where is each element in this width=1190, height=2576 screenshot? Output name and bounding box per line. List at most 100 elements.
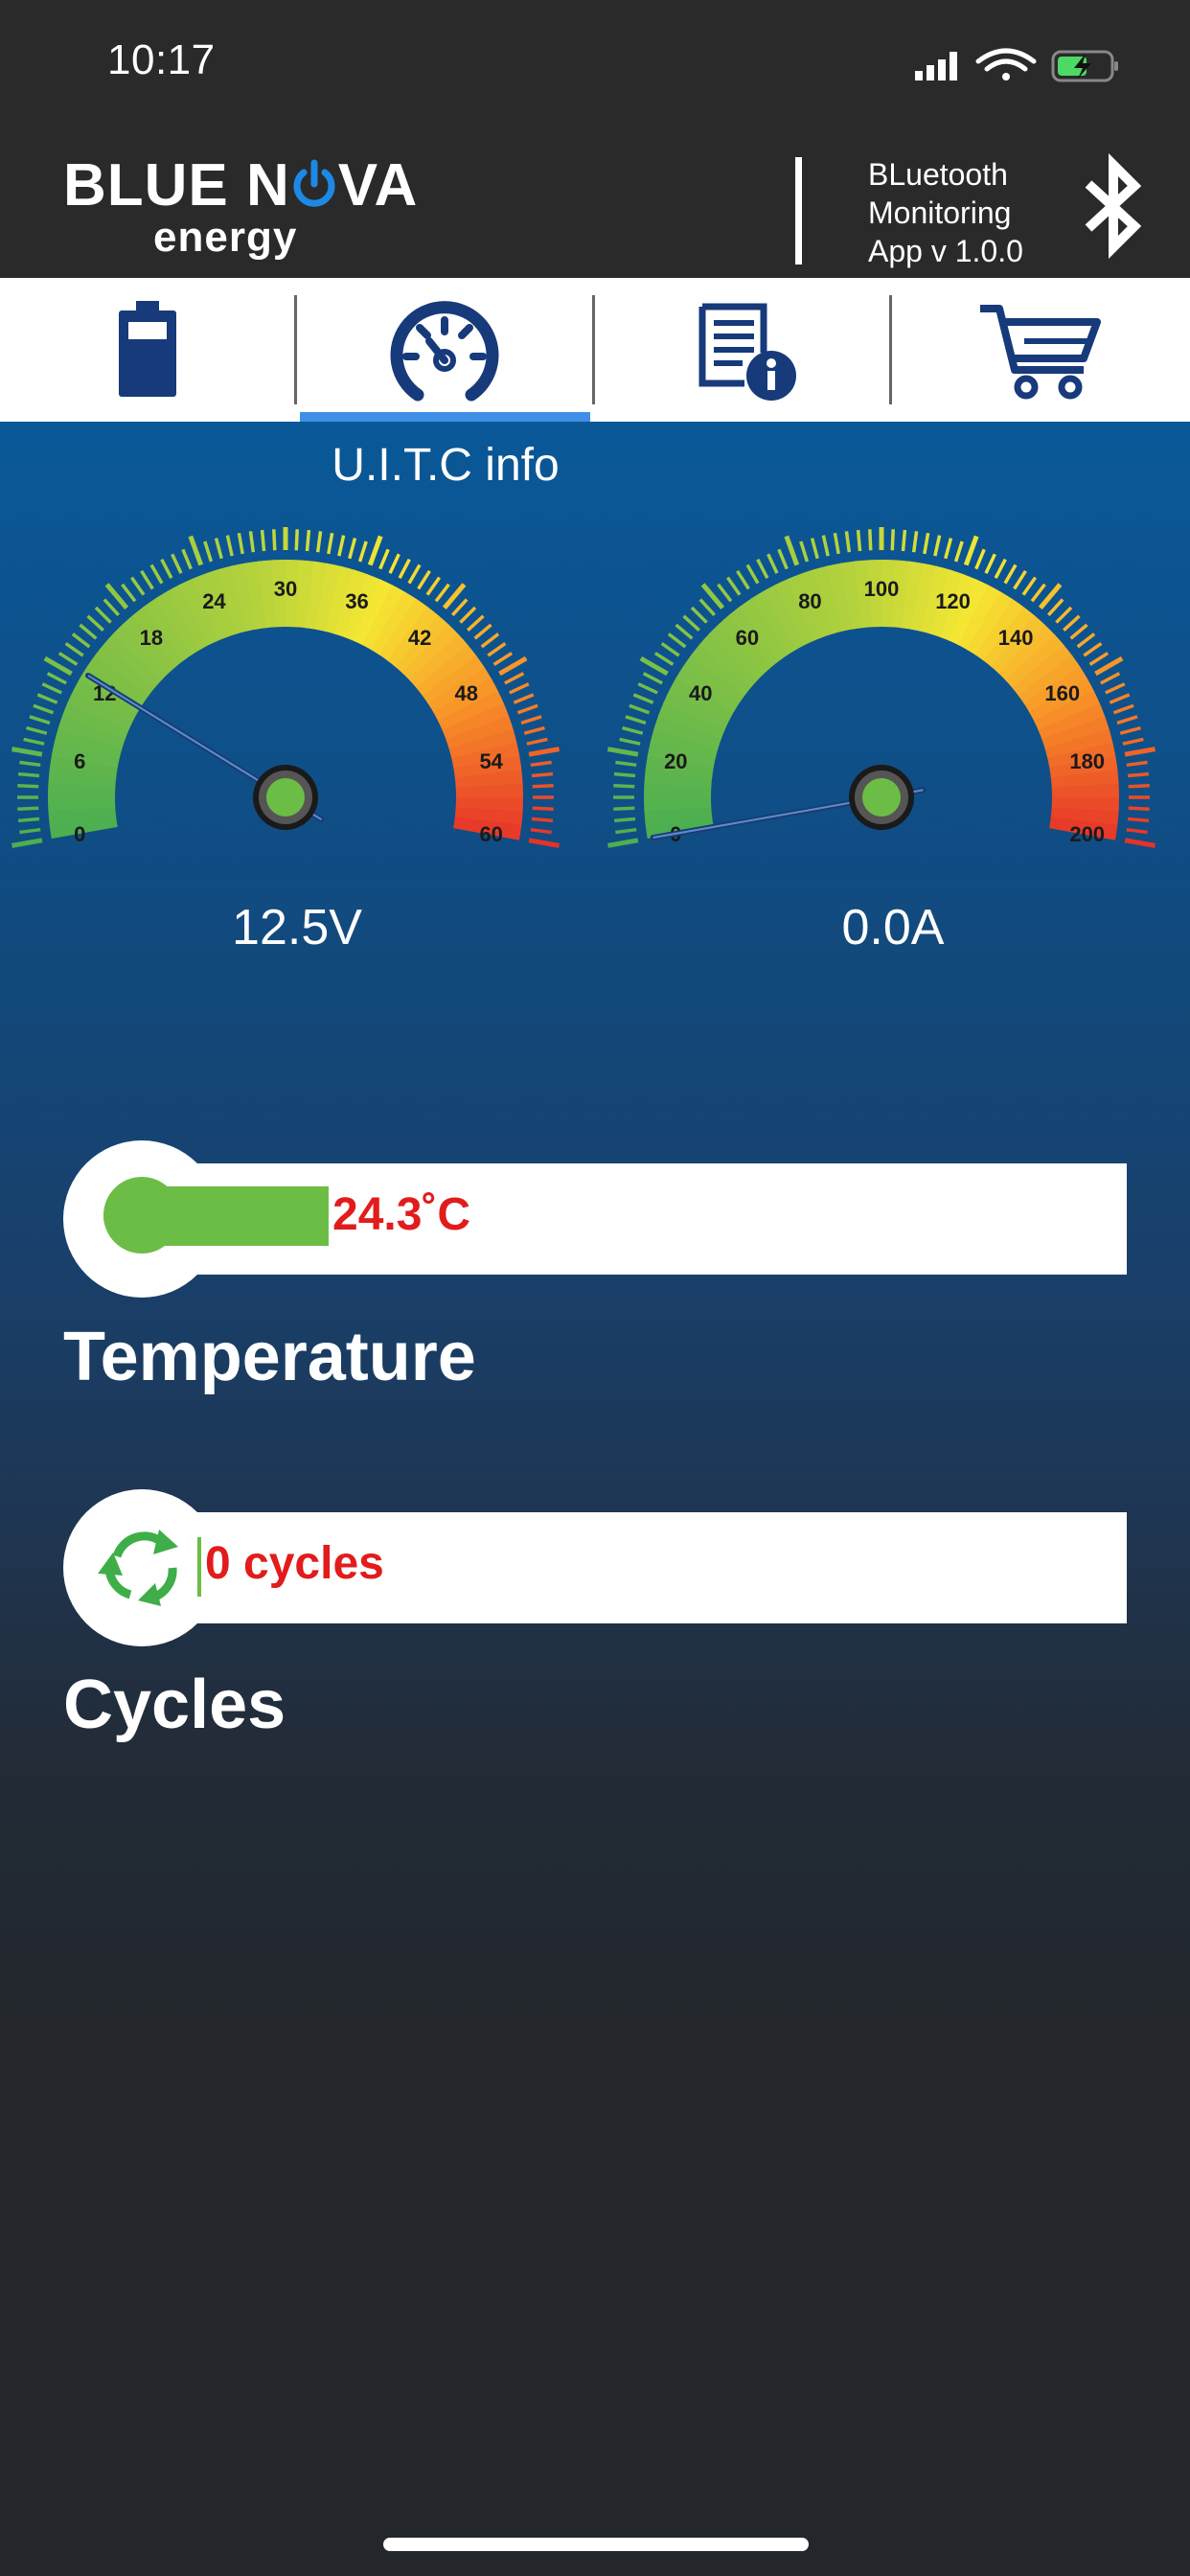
status-bar: 10:17 [0,0,1190,134]
gauge-icon [390,301,499,402]
voltage-tick [260,529,266,552]
current-tick [984,553,996,574]
voltage-tick [64,641,84,657]
wifi-icon [975,48,1037,80]
voltage-tick [86,614,104,632]
voltage-tick [171,553,183,574]
voltage-tick [103,598,120,616]
voltage-tick [17,784,39,789]
main-content: U.I.T.C info 0 6 12 18 24 30 36 42 48 54 60 12.5V … [0,422,1190,2576]
voltage-tick-label: 60 [479,822,502,846]
voltage-tick [11,747,43,757]
current-tick [1047,598,1064,616]
current-tick [1003,564,1018,585]
current-tick [1128,806,1150,811]
tab-document-info[interactable] [595,278,890,422]
current-tick [777,548,789,570]
current-tick [615,827,637,835]
active-tab-indicator [300,412,590,422]
current-tick [667,632,687,649]
voltage-tick [504,672,525,685]
cycles-value: 0 cycles [205,1538,384,1589]
voltage-tick [487,641,507,657]
current-tick [653,652,675,666]
cycles-meter: 0 cycles [63,1489,1127,1646]
voltage-tick [528,747,561,757]
power-icon [293,159,335,207]
voltage-tick [315,531,323,553]
voltage-hub [266,778,305,816]
current-tick [1094,656,1124,677]
current-tick [1055,606,1073,624]
voltage-tick-label: 6 [74,749,85,773]
current-tick [963,535,979,566]
brand-subtitle: energy [153,214,298,261]
bluetooth-icon[interactable] [1081,153,1148,259]
current-tick [1076,632,1096,649]
voltage-tick [531,771,554,778]
current-tick [933,535,942,557]
current-tick [606,838,639,848]
voltage-tick [19,760,41,768]
tab-shop[interactable] [892,278,1187,422]
brand-name-part1: BLUE N [63,152,290,218]
voltage-tick [33,703,55,715]
current-gauge: 020406080100120140160180200 [596,527,1190,891]
temperature-bulb [103,1177,180,1254]
temperature-label: Temperature [63,1319,476,1395]
voltage-tick-label: 36 [345,589,368,613]
current-tick [637,682,658,695]
voltage-tick-label: 24 [202,589,226,613]
current-tick [1013,569,1027,590]
section-title: U.I.T.C info [332,440,560,491]
current-tick [682,614,700,632]
current-tick [953,540,964,563]
app-header: BLUE N VA energy BLuetooth Monitoring Ap… [0,134,1190,278]
current-tick [625,715,647,725]
voltage-tick-label: 0 [74,822,85,846]
voltage-tick [43,656,73,677]
voltage-tick [532,806,554,811]
voltage-tick [305,529,311,552]
voltage-tick [23,737,45,746]
voltage-tick [11,838,43,848]
current-tick [606,747,639,757]
current-tick-label: 120 [935,589,971,613]
voltage-tick [520,715,542,725]
voltage-tick-label: 48 [455,681,478,705]
voltage-readout: 12.5V [232,900,362,955]
voltage-tick [532,784,554,789]
current-tick-label: 60 [736,626,759,650]
current-tick [736,569,750,590]
current-tick [821,535,830,557]
current-readout: 0.0A [841,900,945,955]
voltage-tick [19,827,41,835]
current-tick [1069,623,1088,640]
current-tick [1128,784,1150,789]
voltage-tick [17,816,40,823]
voltage-tick [17,771,40,778]
voltage-tick [294,529,299,551]
voltage-tick [357,540,368,563]
current-tick [613,771,636,778]
app-info-line: BLuetooth [868,157,1008,192]
voltage-tick [451,598,469,616]
current-tick [698,598,716,616]
voltage-tick [46,672,67,685]
battery-icon [119,301,176,397]
current-tick [1127,771,1150,778]
voltage-tick [26,725,48,735]
voltage-tick [531,816,554,823]
app-info-line: Monitoring [868,196,1012,230]
voltage-tick [57,652,79,666]
tab-uitc-info[interactable] [297,278,592,422]
voltage-tick-label: 42 [408,626,431,650]
tab-battery[interactable] [0,278,295,422]
voltage-tick [367,535,383,566]
voltage-tick [188,535,204,566]
current-tick [642,672,663,685]
current-tick [1127,816,1150,823]
system-status-icons [915,48,1118,82]
current-tick [756,558,769,579]
current-tick [1109,693,1131,704]
